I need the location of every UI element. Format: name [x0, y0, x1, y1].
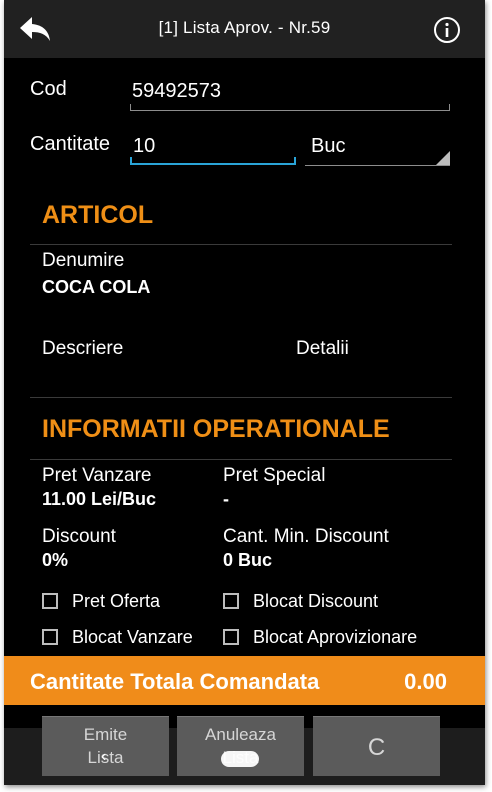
detalii-label: Detalii [296, 338, 349, 359]
total-value: 0.00 [404, 669, 447, 694]
cod-underline-tick-left [130, 104, 131, 110]
dropdown-arrow-icon[interactable] [436, 151, 450, 165]
descriere-label: Descriere [42, 338, 124, 359]
discount-label: Discount [42, 526, 116, 547]
nav-back-icon[interactable]: ‹ [101, 748, 106, 766]
info-icon[interactable] [433, 16, 461, 44]
pret-oferta-label: Pret Oferta [72, 591, 161, 611]
emite-lista-button[interactable]: Emite Lista [42, 716, 169, 776]
cantitate-input[interactable]: 10 [133, 135, 155, 158]
cantitate-underline-tick-right [294, 157, 296, 164]
cantitate-input-underline [130, 163, 296, 165]
pret-vanzare-label: Pret Vanzare [42, 465, 152, 486]
app-screen: [1] Lista Aprov. - Nr.59 Cod 59492573 Ca… [4, 0, 485, 785]
app-bar: [1] Lista Aprov. - Nr.59 [4, 0, 485, 58]
anuleaza-lista-button[interactable]: Anuleaza Lista [177, 716, 304, 776]
divider [30, 244, 452, 245]
cod-underline-tick-right [449, 104, 450, 110]
blocat-discount-checkbox[interactable] [223, 593, 239, 609]
blocat-aprovizionare-label: Blocat Aprovizionare [253, 627, 418, 647]
unit-select-underline [305, 165, 450, 166]
nav-home-icon[interactable] [221, 751, 259, 767]
pret-special-value: - [223, 489, 229, 509]
discount-value: 0% [42, 550, 69, 570]
divider [30, 459, 452, 460]
cant-min-discount-value: 0 Buc [223, 550, 273, 570]
emite-lista-label-line1: Emite [83, 725, 128, 744]
articol-section-title: ARTICOL [42, 201, 154, 229]
pret-oferta-checkbox[interactable] [42, 593, 58, 609]
cantitate-label: Cantitate [30, 133, 111, 155]
blocat-vanzare-label: Blocat Vanzare [72, 627, 193, 647]
cod-label: Cod [30, 78, 67, 100]
divider [30, 397, 452, 398]
total-bar: Cantitate Totala Comandata 0.00 [4, 656, 485, 705]
cantitate-underline-tick-left [130, 157, 132, 164]
pret-vanzare-value: 11.00 Lei/Buc [42, 489, 157, 509]
clear-button-label: C [367, 734, 386, 761]
denumire-label: Denumire [42, 250, 125, 271]
cod-input[interactable]: 59492573 [132, 80, 221, 103]
clear-button[interactable]: C [313, 716, 440, 776]
blocat-vanzare-checkbox[interactable] [42, 629, 58, 645]
unit-select[interactable]: Buc [311, 135, 345, 158]
informatii-operationale-section-title: INFORMATII OPERATIONALE [42, 415, 390, 443]
cod-input-underline [130, 110, 450, 111]
denumire-value: COCA COLA [42, 277, 151, 297]
cant-min-discount-label: Cant. Min. Discount [223, 526, 389, 547]
pret-special-label: Pret Special [223, 465, 326, 486]
total-label: Cantitate Totala Comandata [30, 669, 320, 694]
blocat-aprovizionare-checkbox[interactable] [223, 629, 239, 645]
blocat-discount-label: Blocat Discount [253, 591, 379, 611]
page-title: [1] Lista Aprov. - Nr.59 [158, 18, 331, 37]
anuleaza-lista-label-line1: Anuleaza [205, 725, 276, 744]
